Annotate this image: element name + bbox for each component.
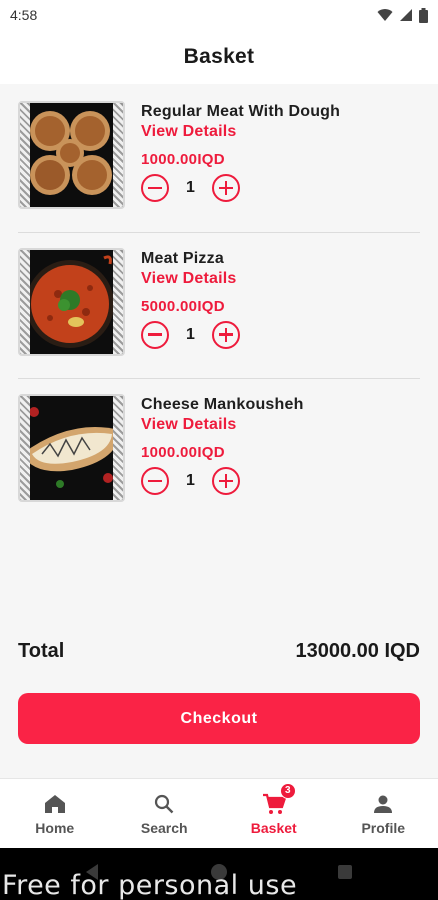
view-details-link[interactable]: View Details: [141, 416, 304, 434]
increase-quantity-button[interactable]: [212, 320, 240, 349]
status-icons: [377, 7, 428, 23]
nav-item-home[interactable]: Home: [0, 779, 110, 848]
basket-item: Cheese Mankousheh View Details 1000.00IQ…: [0, 379, 438, 526]
search-icon: [154, 792, 174, 816]
total-label: Total: [18, 640, 65, 662]
decrease-quantity-button[interactable]: [141, 467, 169, 495]
app-bar: Basket: [0, 30, 438, 84]
nav-label-basket: Basket: [250, 819, 297, 836]
watermark: Free for personal use: [2, 870, 298, 900]
quantity-value: 1: [186, 179, 195, 196]
product-image: [18, 247, 125, 356]
view-details-link[interactable]: View Details: [141, 270, 240, 288]
total-row: Total 13000.00 IQD: [18, 640, 420, 663]
cart-count-badge: 3: [279, 782, 296, 799]
basket-item: Regular Meat With Dough View Details 100…: [0, 86, 438, 233]
item-price: 1000.00IQD: [141, 151, 225, 168]
item-info: Cheese Mankousheh View Details 1000.00IQ…: [141, 396, 304, 526]
total-value: 13000.00 IQD: [295, 640, 420, 662]
quantity-stepper: 1: [141, 320, 240, 349]
battery-icon: [419, 7, 428, 23]
nav-item-search[interactable]: Search: [110, 779, 220, 848]
item-name: Regular Meat With Dough: [141, 103, 341, 120]
quantity-value: 1: [186, 472, 195, 489]
home-icon: [44, 792, 66, 816]
item-info: Regular Meat With Dough View Details 100…: [141, 103, 340, 233]
checkout-button[interactable]: Checkout: [18, 693, 420, 744]
basket-item: Meat Pizza View Details 5000.00IQD 1: [0, 233, 438, 380]
status-bar: 4:58: [0, 0, 438, 30]
item-price: 5000.00IQD: [141, 297, 225, 315]
item-info: Meat Pizza View Details 5000.00IQD 1: [141, 250, 240, 380]
signal-icon: [400, 9, 412, 21]
recent-apps-icon[interactable]: [338, 865, 352, 879]
quantity-stepper: 1: [141, 174, 340, 202]
page-title: Basket: [183, 45, 255, 68]
increase-quantity-button[interactable]: [212, 174, 240, 202]
quantity-stepper: 1: [141, 467, 304, 495]
decrease-quantity-button[interactable]: [141, 320, 169, 349]
item-price: 1000.00IQD: [141, 444, 225, 461]
basket-list: Regular Meat With Dough View Details 100…: [0, 86, 438, 526]
cart-icon: 3: [262, 782, 296, 816]
decrease-quantity-button[interactable]: [141, 174, 169, 202]
nav-item-basket[interactable]: 3 Basket: [219, 779, 329, 848]
item-name: Cheese Mankousheh: [141, 396, 304, 413]
wifi-icon: [377, 9, 393, 21]
product-image: [18, 101, 125, 209]
product-image: [18, 394, 125, 502]
increase-quantity-button[interactable]: [212, 467, 240, 495]
status-time: 4:58: [10, 7, 38, 23]
nav-label-home: Home: [35, 819, 75, 836]
nav-label-profile: Profile: [361, 819, 406, 836]
nav-item-profile[interactable]: Profile: [329, 779, 438, 848]
system-navigation-bar: Free for personal use: [0, 848, 438, 900]
item-name: Meat Pizza: [141, 249, 224, 267]
nav-label-search: Search: [140, 819, 188, 836]
person-icon: [373, 792, 393, 816]
view-details-link[interactable]: View Details: [141, 123, 340, 141]
bottom-nav: Home Search 3 Basket Profile: [0, 778, 438, 848]
quantity-value: 1: [186, 325, 195, 343]
